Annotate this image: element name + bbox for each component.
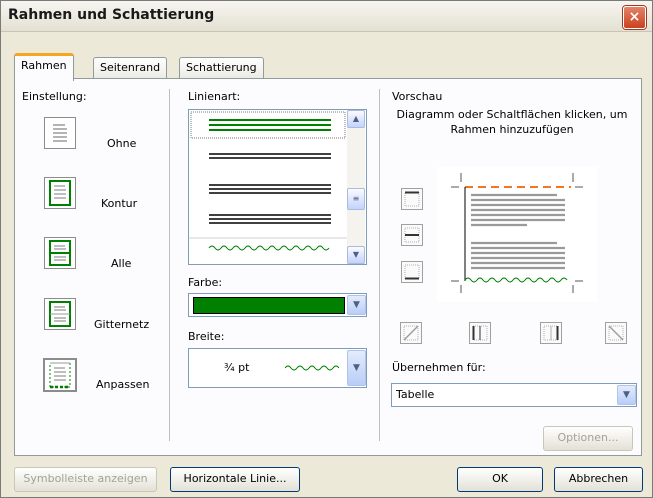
diagonal-down-border-icon xyxy=(608,325,624,341)
dialog-title: Rahmen und Schattierung xyxy=(8,7,215,23)
vorschau-hint: Diagramm oder Schaltflächen klicken, um … xyxy=(396,108,628,136)
bottom-border-icon xyxy=(404,264,420,280)
tab-schattierung-label: Schattierung xyxy=(186,61,257,74)
einstellung-label: Einstellung: xyxy=(22,90,87,103)
color-swatch xyxy=(193,297,345,314)
tab-rahmen-label: Rahmen xyxy=(21,59,67,72)
apply-to-value: Tabelle xyxy=(396,388,435,401)
vorschau-label: Vorschau xyxy=(392,90,443,103)
width-combobox[interactable]: ¾ pt ▼ xyxy=(188,348,367,388)
title-bar: Rahmen und Schattierung × xyxy=(1,1,652,32)
left-border-icon xyxy=(472,325,488,341)
apply-to-combobox[interactable]: Tabelle ▼ xyxy=(391,383,637,407)
dialog-window: Rahmen und Schattierung × Rahmen Seitenr… xyxy=(0,0,653,498)
scroll-down-button[interactable]: ▼ xyxy=(347,246,365,264)
setting-gitternetz-label: Gitternetz xyxy=(94,318,150,331)
top-border-icon xyxy=(404,191,420,207)
border-bottom-button[interactable] xyxy=(401,261,423,283)
grip-icon: ≡ xyxy=(352,194,360,203)
custom-border-icon xyxy=(49,362,71,389)
all-border-icon xyxy=(49,240,71,266)
line-style-samples xyxy=(189,111,347,251)
horizontale-linie-button[interactable]: Horizontale Linie... xyxy=(170,467,300,492)
linienart-label: Linienart: xyxy=(188,90,241,103)
ok-button[interactable]: OK xyxy=(457,467,543,492)
setting-alle-label: Alle xyxy=(111,257,132,270)
optionen-button[interactable]: Optionen... xyxy=(543,426,633,451)
setting-gitternetz-button[interactable] xyxy=(44,298,76,330)
abbrechen-button[interactable]: Abbrechen xyxy=(554,467,643,492)
tab-seitenrand[interactable]: Seitenrand xyxy=(93,57,168,78)
breite-label: Breite: xyxy=(188,330,225,343)
setting-ohne-button[interactable] xyxy=(44,117,76,149)
column-divider-right xyxy=(379,89,380,441)
farbe-label: Farbe: xyxy=(188,276,223,289)
scroll-up-button[interactable]: ▲ xyxy=(347,110,365,128)
chevron-down-icon: ▼ xyxy=(623,390,630,400)
uebernehmen-label: Übernehmen für: xyxy=(392,361,486,374)
diagonal-down-button[interactable] xyxy=(605,322,627,344)
box-border-icon xyxy=(49,180,71,206)
width-dropdown-button[interactable]: ▼ xyxy=(347,350,366,386)
chevron-down-icon: ▼ xyxy=(353,300,360,310)
none-border-icon xyxy=(53,124,67,142)
inside-horizontal-border-icon xyxy=(404,227,420,243)
close-button[interactable]: × xyxy=(623,6,646,29)
right-border-icon xyxy=(543,325,559,341)
apply-to-dropdown-button[interactable]: ▼ xyxy=(617,385,636,405)
border-left-button[interactable] xyxy=(469,322,491,344)
scroll-thumb[interactable]: ≡ xyxy=(347,188,365,210)
color-dropdown-button[interactable]: ▼ xyxy=(347,295,366,315)
tab-seitenrand-label: Seitenrand xyxy=(100,61,161,74)
border-inside-horizontal-button[interactable] xyxy=(401,224,423,246)
tab-rahmen[interactable]: Rahmen xyxy=(14,53,74,81)
tab-schattierung[interactable]: Schattierung xyxy=(179,57,264,78)
color-combobox[interactable]: ▼ xyxy=(188,293,367,317)
width-value: ¾ pt xyxy=(224,361,250,374)
border-preview[interactable] xyxy=(437,167,597,302)
close-icon: × xyxy=(628,9,641,25)
diagonal-up-border-icon xyxy=(403,325,419,341)
line-style-listbox[interactable]: ▲ ≡ ▼ xyxy=(188,109,367,265)
symbolleiste-button[interactable]: Symbolleiste anzeigen xyxy=(14,467,157,492)
tab-panel-rahmen: Einstellung: Ohne Kontur Alle Gitternetz… xyxy=(14,78,642,456)
setting-anpassen-label: Anpassen xyxy=(96,378,150,391)
border-top-button[interactable] xyxy=(401,188,423,210)
setting-kontur-label: Kontur xyxy=(101,197,138,210)
setting-alle-button[interactable] xyxy=(44,237,76,269)
column-divider xyxy=(169,89,170,441)
chevron-up-icon: ▲ xyxy=(352,114,360,123)
line-style-scrollbar[interactable]: ▲ ≡ ▼ xyxy=(347,110,365,264)
width-line-sample xyxy=(284,365,340,371)
diagonal-up-button[interactable] xyxy=(400,322,422,344)
chevron-down-icon: ▼ xyxy=(353,363,360,373)
setting-anpassen-button[interactable] xyxy=(43,358,77,392)
setting-ohne-label: Ohne xyxy=(107,137,137,150)
setting-kontur-button[interactable] xyxy=(44,177,76,209)
grid-border-icon xyxy=(49,301,71,327)
chevron-down-icon: ▼ xyxy=(352,250,360,259)
border-right-button[interactable] xyxy=(540,322,562,344)
